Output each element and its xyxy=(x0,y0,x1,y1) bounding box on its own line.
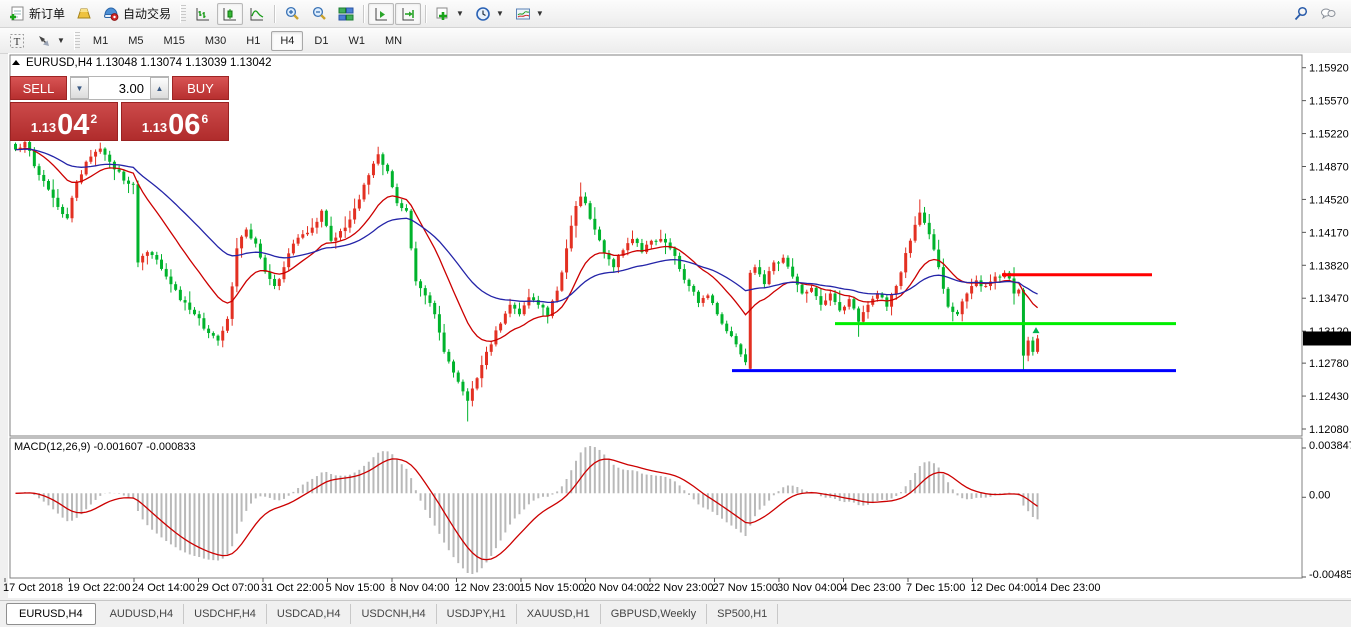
svg-text:7 Dec 15:00: 7 Dec 15:00 xyxy=(906,582,965,594)
svg-text:29 Oct 07:00: 29 Oct 07:00 xyxy=(197,582,260,594)
terminal-window: 新订单 自动交易 xyxy=(0,0,1351,627)
sell-price-tile[interactable]: 1.13042 xyxy=(10,102,118,141)
svg-text:-0.004856: -0.004856 xyxy=(1309,569,1351,581)
buy-price-prefix: 1.13 xyxy=(142,120,167,135)
volume-input[interactable]: 3.00 xyxy=(89,77,150,99)
svg-text:1.13470: 1.13470 xyxy=(1309,293,1349,305)
svg-text:27 Nov 15:00: 27 Nov 15:00 xyxy=(713,582,778,594)
svg-text:1.14870: 1.14870 xyxy=(1309,161,1349,173)
svg-text:1.14170: 1.14170 xyxy=(1309,227,1349,239)
svg-text:1.12430: 1.12430 xyxy=(1309,391,1349,403)
macd-label: MACD(12,26,9) -0.001607 -0.000833 xyxy=(14,441,196,453)
svg-text:8 Nov 04:00: 8 Nov 04:00 xyxy=(390,582,449,594)
current-price-tag xyxy=(1303,331,1351,345)
symbol-tab-sp500[interactable]: SP500,H1 xyxy=(707,604,778,624)
volume-increase-button[interactable]: ▲ xyxy=(150,77,169,99)
symbol-tab-gbpusd[interactable]: GBPUSD,Weekly xyxy=(601,604,707,624)
buy-price-tile[interactable]: 1.13066 xyxy=(121,102,229,141)
svg-text:1.12780: 1.12780 xyxy=(1309,358,1349,370)
symbol-tab-audusd[interactable]: AUDUSD,H4 xyxy=(100,604,185,624)
symbol-tab-usdcnh[interactable]: USDCNH,H4 xyxy=(351,604,436,624)
buy-price-big: 06 xyxy=(168,112,200,138)
svg-text:30 Nov 04:00: 30 Nov 04:00 xyxy=(777,582,842,594)
svg-text:1.15570: 1.15570 xyxy=(1309,96,1349,108)
symbol-tab-usdchf[interactable]: USDCHF,H4 xyxy=(184,604,267,624)
sell-price-prefix: 1.13 xyxy=(31,120,56,135)
sell-price-big: 04 xyxy=(57,112,89,138)
sell-button[interactable]: SELL xyxy=(10,76,67,100)
svg-text:31 Oct 22:00: 31 Oct 22:00 xyxy=(261,582,324,594)
svg-text:12 Dec 04:00: 12 Dec 04:00 xyxy=(971,582,1036,594)
svg-text:19 Oct 22:00: 19 Oct 22:00 xyxy=(68,582,131,594)
svg-text:22 Nov 23:00: 22 Nov 23:00 xyxy=(648,582,713,594)
symbol-tab-bar: EURUSD,H4AUDUSD,H4USDCHF,H4USDCAD,H4USDC… xyxy=(0,600,1351,627)
svg-text:20 Nov 04:00: 20 Nov 04:00 xyxy=(584,582,649,594)
svg-text:14 Dec 23:00: 14 Dec 23:00 xyxy=(1035,582,1100,594)
svg-text:1.12080: 1.12080 xyxy=(1309,424,1349,436)
svg-text:1.15920: 1.15920 xyxy=(1309,63,1349,75)
svg-text:0.003847: 0.003847 xyxy=(1309,440,1351,452)
svg-text:15 Nov 15:00: 15 Nov 15:00 xyxy=(519,582,584,594)
symbol-tab-eurusd[interactable]: EURUSD,H4 xyxy=(6,603,96,625)
svg-text:1.13820: 1.13820 xyxy=(1309,260,1349,272)
symbol-tab-usdcad[interactable]: USDCAD,H4 xyxy=(267,604,352,624)
buy-button[interactable]: BUY xyxy=(172,76,229,100)
svg-text:5 Nov 15:00: 5 Nov 15:00 xyxy=(326,582,385,594)
svg-text:24 Oct 14:00: 24 Oct 14:00 xyxy=(132,582,195,594)
volume-decrease-button[interactable]: ▼ xyxy=(70,77,89,99)
svg-text:12 Nov 23:00: 12 Nov 23:00 xyxy=(455,582,520,594)
svg-text:1.14520: 1.14520 xyxy=(1309,194,1349,206)
svg-text:1.15220: 1.15220 xyxy=(1309,129,1349,141)
one-click-trading-panel: SELL ▼ 3.00 ▲ BUY 1.13042 1.13066 xyxy=(10,76,229,141)
svg-text:0.00: 0.00 xyxy=(1309,489,1330,501)
svg-text:17 Oct 2018: 17 Oct 2018 xyxy=(3,582,63,594)
buy-price-pip: 6 xyxy=(201,112,208,126)
volume-control: ▼ 3.00 ▲ xyxy=(70,76,169,100)
symbol-tab-usdjpy[interactable]: USDJPY,H1 xyxy=(437,604,517,624)
symbol-tab-xauusd[interactable]: XAUUSD,H1 xyxy=(517,604,601,624)
chart-title: EURUSD,H4 1.13048 1.13074 1.13039 1.1304… xyxy=(26,57,272,69)
sell-price-pip: 2 xyxy=(90,112,97,126)
svg-text:4 Dec 23:00: 4 Dec 23:00 xyxy=(842,582,901,594)
